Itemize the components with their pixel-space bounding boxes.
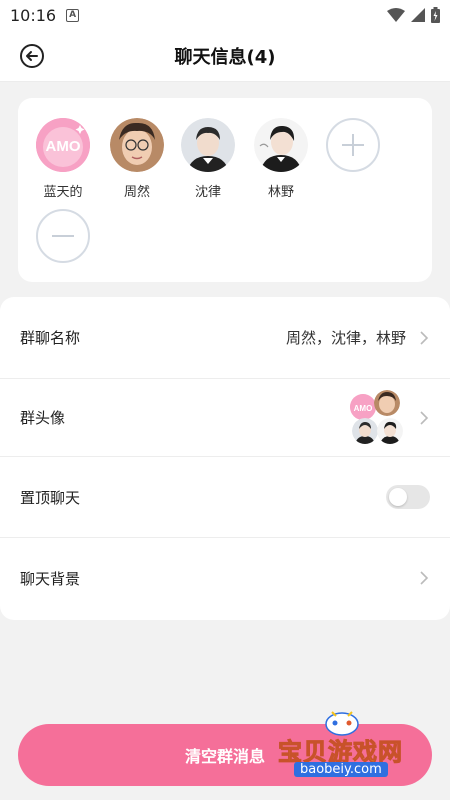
back-arrow-icon[interactable] (19, 43, 45, 69)
remove-member-button[interactable] (36, 209, 90, 263)
amo-avatar-icon: AMO (36, 118, 90, 172)
group-avatar: AMO (350, 389, 406, 446)
avatar-text: AMO (46, 138, 81, 155)
mini-avatar-shenlv-icon (352, 417, 378, 444)
chevron-right-icon (420, 571, 429, 585)
chat-background-label: 聊天背景 (20, 569, 81, 588)
add-member-button[interactable] (326, 118, 380, 172)
portrait-icon (181, 118, 235, 172)
plus-icon-vertical (352, 134, 354, 156)
status-bar: 10:16 A (0, 0, 450, 30)
member-name: 林野 (267, 185, 294, 200)
member-item-lantiande[interactable]: AMO 蓝天的 (33, 118, 93, 200)
header-bar: 聊天信息(4) (0, 30, 450, 82)
pin-chat-label: 置顶聊天 (20, 488, 81, 507)
status-time: 10:16 (10, 5, 57, 25)
member-name: 周然 (123, 185, 150, 200)
avatar (181, 118, 235, 172)
mini-avatar-amo-icon: AMO (350, 393, 376, 420)
members-card: AMO 蓝天的 周然 沈律 林野 (18, 98, 432, 282)
chat-background-row[interactable]: 聊天背景 (0, 538, 450, 618)
battery-icon (431, 7, 440, 23)
avatar (110, 118, 164, 172)
avatar: AMO (36, 118, 90, 172)
mini-avatar-linye-icon (377, 417, 403, 444)
clear-button-label: 清空群消息 (184, 747, 265, 766)
wifi-icon (387, 8, 405, 22)
portrait-icon (110, 118, 164, 172)
chevron-right-icon (420, 410, 429, 425)
group-name-label: 群聊名称 (20, 329, 81, 347)
member-item-linye[interactable]: 林野 (251, 118, 311, 200)
portrait-icon (254, 118, 308, 172)
watermark-url: baobeiy.com (294, 762, 388, 777)
minus-icon (52, 235, 74, 237)
page-title: 聊天信息(4) (174, 46, 276, 68)
mini-avatar-zhouran-icon (374, 389, 400, 416)
pin-chat-toggle[interactable] (386, 485, 430, 509)
group-avatar-row[interactable]: 群头像 AMO (0, 379, 450, 456)
notification-icon: A (66, 8, 80, 22)
watermark-logo: 宝贝游戏网 baobeiy.com (272, 711, 432, 784)
toggle-knob (389, 488, 407, 506)
settings-list: 群聊名称 周然，沈律，林野 群头像 AMO 置顶聊天 聊天背景 (0, 297, 450, 620)
member-item-shenlv[interactable]: 沈律 (178, 118, 238, 200)
avatar (254, 118, 308, 172)
mini-avatar-text: AMO (354, 404, 373, 413)
member-name: 蓝天的 (43, 185, 83, 200)
group-name-row[interactable]: 群聊名称 周然，沈律，林野 (0, 297, 450, 378)
signal-icon (411, 8, 425, 22)
pin-chat-row: 置顶聊天 (0, 457, 450, 537)
member-item-zhouran[interactable]: 周然 (107, 118, 167, 200)
status-icons (387, 7, 440, 23)
group-avatar-label: 群头像 (20, 409, 66, 427)
member-name: 沈律 (194, 185, 221, 200)
group-name-value: 周然，沈律，林野 (285, 329, 406, 347)
chevron-right-icon (420, 330, 429, 345)
